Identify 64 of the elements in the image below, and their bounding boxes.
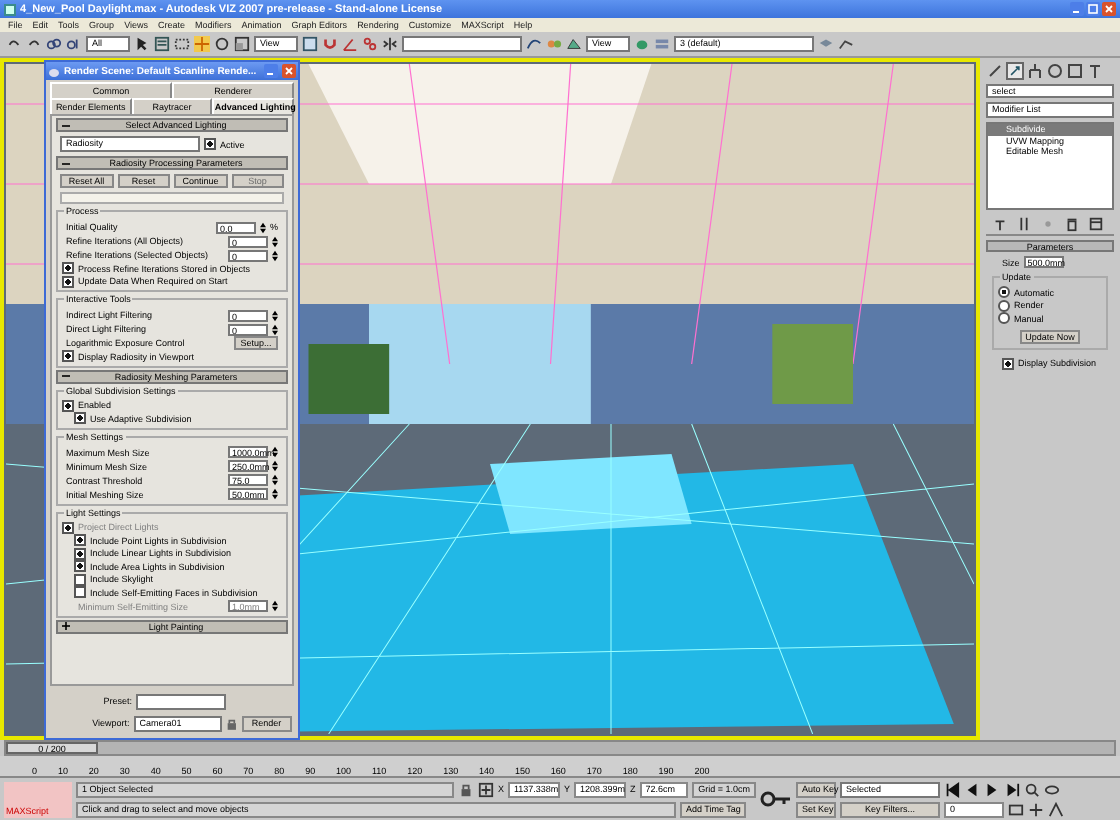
- mirror-icon[interactable]: [382, 36, 398, 52]
- radio-button[interactable]: [998, 299, 1010, 312]
- link-icon[interactable]: [46, 36, 62, 52]
- next-frame-icon[interactable]: [1004, 781, 1020, 797]
- close-icon[interactable]: [282, 64, 296, 78]
- checkbox[interactable]: [1002, 357, 1014, 370]
- render-scene-icon[interactable]: [566, 36, 582, 52]
- preset-dropdown[interactable]: [136, 693, 226, 709]
- zoom-icon[interactable]: [1024, 781, 1040, 797]
- hierarchy-icon[interactable]: [1026, 62, 1044, 80]
- lock-icon[interactable]: [225, 717, 238, 729]
- show-result-icon[interactable]: [1016, 216, 1032, 232]
- checkbox[interactable]: [74, 412, 86, 425]
- checkbox[interactable]: [62, 262, 74, 275]
- display-icon[interactable]: [1066, 62, 1084, 80]
- minimize-icon[interactable]: [1070, 2, 1084, 16]
- cursor-icon[interactable]: [134, 36, 150, 52]
- checkbox[interactable]: [204, 138, 216, 150]
- create-icon[interactable]: [986, 62, 1004, 80]
- orbit-icon[interactable]: [1044, 781, 1060, 797]
- time-config-icon[interactable]: [1008, 801, 1024, 817]
- curve-editor-icon[interactable]: [526, 36, 542, 52]
- maximize-icon[interactable]: [1086, 2, 1100, 16]
- close-icon[interactable]: [1102, 2, 1116, 16]
- spinner-arrows-icon[interactable]: [272, 235, 278, 247]
- lock-icon[interactable]: [457, 781, 474, 797]
- rotate-icon[interactable]: [214, 36, 230, 52]
- checkbox[interactable]: [62, 399, 74, 412]
- radio-button[interactable]: [998, 312, 1010, 325]
- graph-icon[interactable]: [838, 36, 854, 52]
- named-selection-field[interactable]: [402, 36, 522, 52]
- spinner-arrows-icon[interactable]: [272, 460, 278, 472]
- configure-icon[interactable]: [1088, 216, 1104, 232]
- spinner-arrows-icon[interactable]: [272, 323, 278, 335]
- trash-icon[interactable]: [1064, 216, 1080, 232]
- scale-icon[interactable]: [234, 36, 250, 52]
- pivot-icon[interactable]: [302, 36, 318, 52]
- minimize-icon[interactable]: [264, 64, 278, 78]
- modify-icon[interactable]: [1006, 62, 1024, 80]
- spinner-arrows-icon[interactable]: [272, 446, 278, 458]
- utilities-icon[interactable]: [1086, 62, 1104, 80]
- pin-icon[interactable]: [992, 216, 1008, 232]
- percent-snap-icon[interactable]: [362, 36, 378, 52]
- transform-mode-icon[interactable]: [477, 781, 494, 797]
- spinner-arrows-icon[interactable]: [272, 249, 278, 261]
- spinner-arrows-icon[interactable]: [259, 221, 266, 233]
- rectangle-select-icon[interactable]: [174, 36, 190, 52]
- angle-snap-icon[interactable]: [342, 36, 358, 52]
- go-to-start-icon[interactable]: [944, 781, 960, 797]
- select-by-name-icon[interactable]: [154, 36, 170, 52]
- checkbox[interactable]: [62, 350, 74, 363]
- pan-icon[interactable]: [1028, 801, 1044, 817]
- spinner-arrows-icon[interactable]: [272, 474, 278, 486]
- magnet-icon[interactable]: [322, 36, 338, 52]
- unlink-icon[interactable]: [66, 36, 82, 52]
- radio-button[interactable]: [998, 286, 1010, 299]
- key-icon[interactable]: [760, 790, 792, 808]
- spinner-arrows-icon[interactable]: [272, 309, 278, 321]
- motion-icon[interactable]: [1046, 62, 1064, 80]
- app-icon: [4, 3, 16, 15]
- spinner-arrows-icon[interactable]: [272, 488, 278, 500]
- spinner-arrows-icon[interactable]: [272, 600, 278, 612]
- field-of-view-icon[interactable]: [1048, 801, 1064, 817]
- checkbox[interactable]: [62, 275, 74, 288]
